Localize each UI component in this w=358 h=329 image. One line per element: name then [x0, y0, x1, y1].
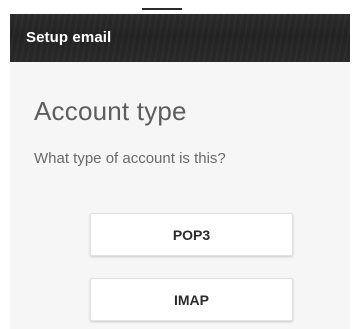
account-type-prompt: What type of account is this?: [34, 150, 226, 167]
imap-button[interactable]: IMAP: [90, 278, 293, 321]
screen: Setup email Account type What type of ac…: [10, 14, 350, 329]
app-bar: Setup email: [10, 14, 350, 62]
page-title: Account type: [34, 96, 187, 126]
left-edge: [0, 14, 10, 329]
app-bar-title: Setup email: [26, 29, 112, 46]
device-frame: Setup email Account type What type of ac…: [0, 0, 358, 329]
bezel-mark: [142, 8, 182, 10]
pop3-button[interactable]: POP3: [90, 213, 293, 256]
top-bezel: [0, 0, 358, 14]
right-edge: [350, 14, 358, 329]
